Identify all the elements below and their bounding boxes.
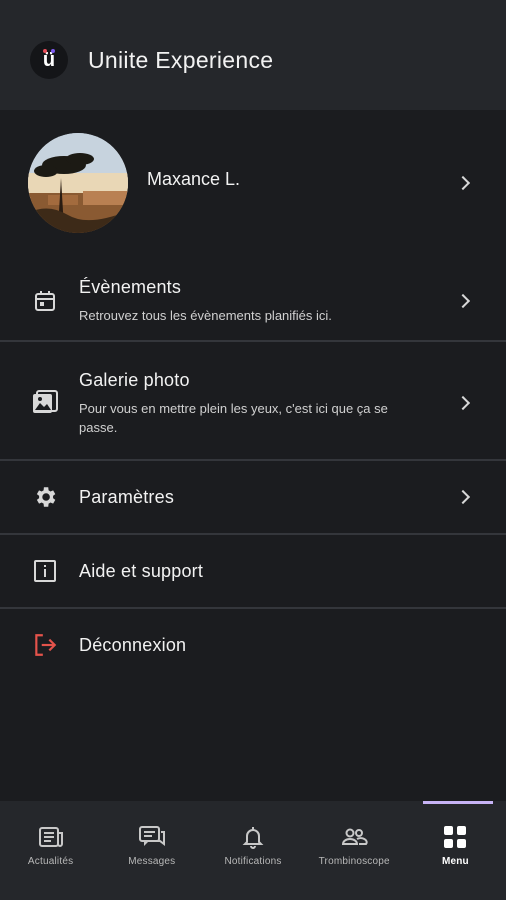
menu-item-help-label: Aide et support	[79, 560, 204, 581]
photo-gallery-icon	[30, 388, 60, 418]
info-icon	[30, 556, 60, 586]
menu-item-settings[interactable]: Paramètres	[0, 461, 506, 533]
grid-icon	[444, 826, 467, 848]
menu-item-gallery-description: Pour vous en mettre plein les yeux, c'es…	[79, 400, 388, 435]
nav-item-notifications[interactable]: Notifications	[202, 801, 303, 900]
chevron-right-icon	[455, 293, 471, 309]
nav-item-label: Menu	[441, 856, 469, 867]
avatar	[28, 132, 128, 233]
menu-item-settings-label: Paramètres	[79, 486, 175, 507]
people-icon	[342, 828, 368, 845]
nav-item-trombinoscope[interactable]: Trombinoscope	[304, 801, 405, 900]
profile-row[interactable]: Maxance L.	[0, 110, 506, 255]
nav-item-messages[interactable]: Messages	[101, 801, 202, 900]
menu-item-events-label: Évènements	[79, 277, 182, 297]
menu-item-events-description: Retrouvez tous les évènements planifiés …	[79, 308, 332, 323]
profile-name: Maxance L.	[147, 169, 241, 189]
bell-icon	[242, 827, 264, 849]
chevron-right-icon	[455, 175, 471, 190]
chevron-right-icon	[455, 395, 471, 411]
menu-item-logout[interactable]: Déconnexion	[0, 609, 506, 681]
active-tab-indicator	[422, 801, 493, 804]
newspaper-icon	[38, 827, 63, 847]
nav-item-menu[interactable]: Menu	[405, 801, 506, 900]
gear-icon	[30, 482, 60, 512]
bottom-nav: Actualités Messages Notifications Trombi…	[0, 801, 506, 900]
chat-icon	[138, 826, 165, 846]
chevron-right-icon	[455, 489, 471, 505]
menu-item-help[interactable]: Aide et support	[0, 535, 506, 607]
app-header: ü Uniite Experience	[0, 0, 506, 110]
menu-item-logout-label: Déconnexion	[79, 634, 187, 655]
nav-item-label: Notifications	[224, 856, 282, 867]
menu-item-events[interactable]: Évènements Retrouvez tous les évènements…	[0, 262, 506, 340]
nav-item-actualites[interactable]: Actualités	[0, 801, 101, 900]
menu-item-gallery[interactable]: Galerie photo Pour vous en mettre plein …	[0, 362, 506, 444]
nav-item-label: Messages	[128, 856, 176, 867]
app-title: Uniite Experience	[88, 46, 274, 73]
app-logo: ü	[30, 41, 68, 79]
logout-icon	[30, 630, 60, 660]
menu-item-gallery-label: Galerie photo	[79, 369, 190, 390]
nav-item-label: Actualités	[27, 856, 74, 867]
calendar-icon	[30, 286, 60, 316]
nav-item-label: Trombinoscope	[318, 856, 390, 867]
divider	[0, 340, 506, 342]
